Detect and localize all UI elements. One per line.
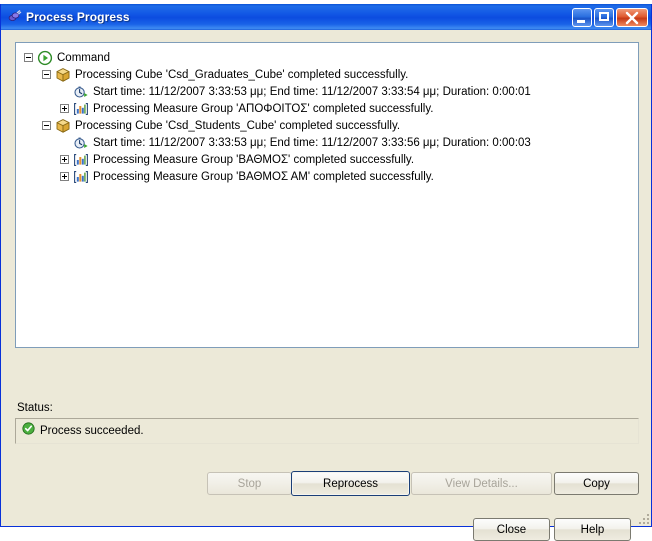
cube-icon [55,67,71,83]
tree-node-label: Processing Measure Group 'ΒΑΘΜΟΣ' comple… [93,153,415,166]
progress-tree: Command Processing Cube 'Csd_Graduates_Cu… [16,43,638,185]
tree-node[interactable]: Start time: 11/12/2007 3:33:53 μμ; End t… [16,134,638,151]
close-button[interactable]: Close [473,518,550,541]
tree-node-label: Processing Cube 'Csd_Students_Cube' comp… [75,119,401,132]
tree-node[interactable]: Processing Measure Group 'ΒΑΘΜΟΣ ΑΜ' com… [16,168,638,185]
collapse-toggle-icon[interactable] [24,53,33,62]
tree-node-label: Command [57,51,111,64]
status-label: Status: [17,402,53,414]
status-message: Process succeeded. [40,425,144,437]
view-details-button[interactable]: View Details... [411,472,552,495]
measure-group-icon [73,169,89,185]
toggle-spacer [60,138,69,147]
tree-node[interactable]: Processing Measure Group 'ΑΠΟΦΟΙΤΟΣ' com… [16,100,638,117]
progress-tree-panel[interactable]: Command Processing Cube 'Csd_Graduates_Cu… [15,42,639,348]
stop-button[interactable]: Stop [207,472,292,495]
collapse-toggle-icon[interactable] [42,121,51,130]
expand-toggle-icon[interactable] [60,104,69,113]
copy-button[interactable]: Copy [554,472,639,495]
help-button[interactable]: Help [554,518,631,541]
tree-node-label: Start time: 11/12/2007 3:33:53 μμ; End t… [93,85,531,98]
green-play-circle-icon [37,50,53,66]
expand-toggle-icon[interactable] [60,155,69,164]
success-check-icon [22,422,35,440]
toggle-spacer [60,87,69,96]
tree-node[interactable]: Processing Measure Group 'ΒΑΘΜΟΣ' comple… [16,151,638,168]
tree-node[interactable]: Command [16,49,638,66]
reprocess-button[interactable]: Reprocess [291,471,410,496]
expand-toggle-icon[interactable] [60,172,69,181]
process-progress-dialog: Process Progress Command Processing Cube … [0,4,652,541]
status-box: Process succeeded. [15,418,639,444]
measure-group-icon [73,101,89,117]
close-icon-button[interactable] [616,7,648,27]
window-controls [572,7,648,27]
clock-icon [73,84,89,100]
resize-grip[interactable] [635,510,649,524]
tree-node[interactable]: Start time: 11/12/2007 3:33:53 μμ; End t… [16,83,638,100]
tree-node-label: Start time: 11/12/2007 3:33:53 μμ; End t… [93,136,531,149]
tree-node[interactable]: Processing Cube 'Csd_Students_Cube' comp… [16,117,638,134]
measure-group-icon [73,152,89,168]
minimize-button[interactable] [572,7,592,27]
maximize-button[interactable] [594,7,614,27]
cube-icon [55,118,71,134]
window-title: Process Progress [26,10,130,24]
collapse-toggle-icon[interactable] [42,70,51,79]
tree-node-label: Processing Measure Group 'ΑΠΟΦΟΙΤΟΣ' com… [93,102,434,115]
dialog-body: Command Processing Cube 'Csd_Graduates_Cu… [1,30,651,541]
process-progress-icon [6,9,22,25]
title-bar[interactable]: Process Progress [1,4,651,30]
tree-node-label: Processing Cube 'Csd_Graduates_Cube' com… [75,68,409,81]
tree-node[interactable]: Processing Cube 'Csd_Graduates_Cube' com… [16,66,638,83]
clock-icon [73,135,89,151]
tree-node-label: Processing Measure Group 'ΒΑΘΜΟΣ ΑΜ' com… [93,170,434,183]
